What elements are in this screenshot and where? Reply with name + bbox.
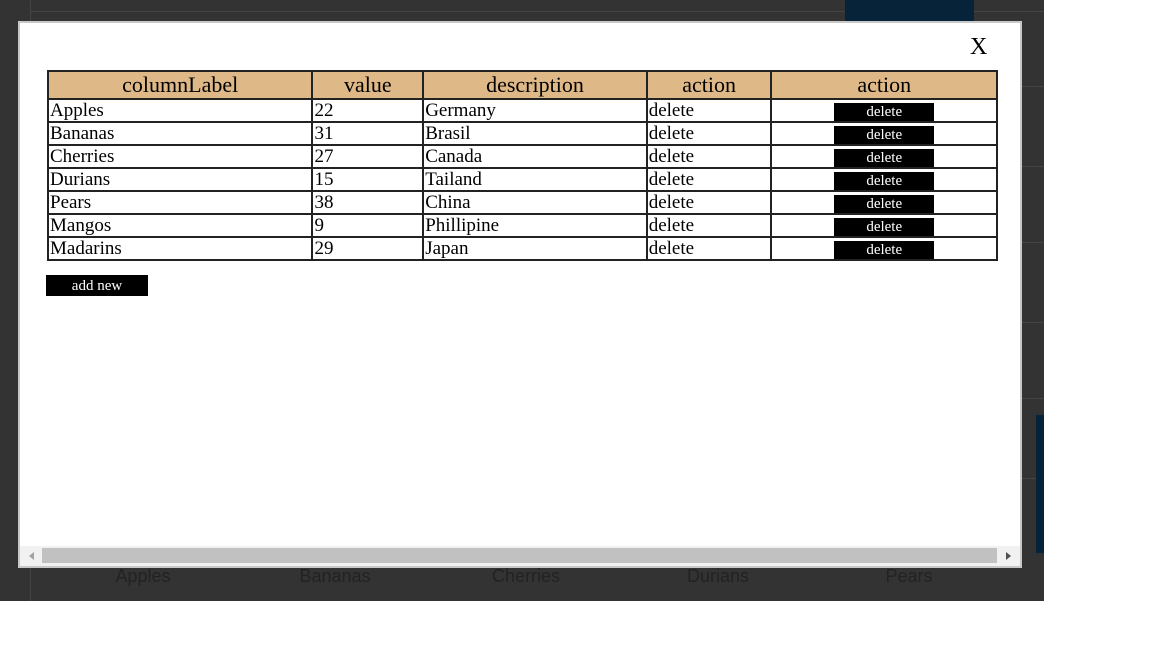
cell-label[interactable]: Durians xyxy=(46,167,314,192)
cell-description[interactable]: Germany xyxy=(422,98,648,123)
cell-action-text: delete xyxy=(645,167,773,192)
bg-category-label: Apples xyxy=(115,566,171,586)
cell-description[interactable]: Phillipine xyxy=(422,213,648,238)
table-row: Pears 38 China delete delete xyxy=(46,190,998,215)
bg-category-label: Bananas xyxy=(299,566,371,586)
cell-description[interactable]: Japan xyxy=(422,236,648,261)
delete-button[interactable]: delete xyxy=(834,217,935,236)
table-row: Apples 22 Germany delete delete xyxy=(46,98,998,123)
cell-action-text: delete xyxy=(645,121,773,146)
delete-button[interactable]: delete xyxy=(834,171,935,190)
cell-label[interactable]: Cherries xyxy=(46,144,314,169)
cell-action-text: delete xyxy=(645,213,773,238)
cell-value[interactable]: 31 xyxy=(311,121,425,146)
cell-label[interactable]: Pears xyxy=(46,190,314,215)
delete-button[interactable]: delete xyxy=(834,194,935,213)
header-value: value xyxy=(311,70,425,100)
cell-action-text: delete xyxy=(645,190,773,215)
cell-label[interactable]: Madarins xyxy=(46,236,314,261)
cell-description[interactable]: Brasil xyxy=(422,121,648,146)
header-column-label: columnLabel xyxy=(46,70,314,100)
cell-value[interactable]: 22 xyxy=(311,98,425,123)
bg-chart-bar xyxy=(1036,415,1044,553)
cell-value[interactable]: 38 xyxy=(311,190,425,215)
cell-description[interactable]: China xyxy=(422,190,648,215)
cell-action: delete xyxy=(770,144,998,169)
header-action: action xyxy=(645,70,773,100)
table-row: Durians 15 Tailand delete delete xyxy=(46,167,998,192)
table-row: Cherries 27 Canada delete delete xyxy=(46,144,998,169)
cell-action: delete xyxy=(770,167,998,192)
delete-button[interactable]: delete xyxy=(834,102,935,121)
scroll-right-arrow-icon[interactable] xyxy=(1006,552,1011,560)
cell-action: delete xyxy=(770,121,998,146)
close-button[interactable]: X xyxy=(970,35,987,59)
cell-value[interactable]: 15 xyxy=(311,167,425,192)
scroll-left-arrow-icon[interactable] xyxy=(29,552,34,560)
cell-label[interactable]: Bananas xyxy=(46,121,314,146)
bg-category-label: Pears xyxy=(885,566,933,586)
scrollbar-thumb[interactable] xyxy=(42,548,997,563)
cell-action: delete xyxy=(770,236,998,261)
cell-action: delete xyxy=(770,190,998,215)
table-header-row: columnLabel value description action act… xyxy=(46,70,998,100)
cell-value[interactable]: 27 xyxy=(311,144,425,169)
cell-action-text: delete xyxy=(645,98,773,123)
cell-action-text: delete xyxy=(645,144,773,169)
cell-description[interactable]: Canada xyxy=(422,144,648,169)
cell-label[interactable]: Apples xyxy=(46,98,314,123)
table-row: Mangos 9 Phillipine delete delete xyxy=(46,213,998,238)
delete-button[interactable]: delete xyxy=(834,125,935,144)
delete-button[interactable]: delete xyxy=(834,148,935,167)
delete-button[interactable]: delete xyxy=(834,240,935,259)
add-new-button[interactable]: add new xyxy=(46,275,148,296)
cell-value[interactable]: 29 xyxy=(311,236,425,261)
cell-description[interactable]: Tailand xyxy=(422,167,648,192)
header-description: description xyxy=(422,70,648,100)
cell-action: delete xyxy=(770,98,998,123)
bg-category-label: Cherries xyxy=(491,566,561,586)
edit-data-modal: X columnLabel value description action a… xyxy=(18,21,1022,568)
bg-category-label: Durians xyxy=(686,566,750,586)
cell-action-text: delete xyxy=(645,236,773,261)
cell-value[interactable]: 9 xyxy=(311,213,425,238)
horizontal-scrollbar[interactable] xyxy=(20,546,1020,566)
cell-label[interactable]: Mangos xyxy=(46,213,314,238)
table-row: Bananas 31 Brasil delete delete xyxy=(46,121,998,146)
header-action-button: action xyxy=(770,70,998,100)
bg-chart-bar xyxy=(845,0,974,21)
table-row: Madarins 29 Japan delete delete xyxy=(46,236,998,261)
data-table: columnLabel value description action act… xyxy=(46,70,998,261)
cell-action: delete xyxy=(770,213,998,238)
